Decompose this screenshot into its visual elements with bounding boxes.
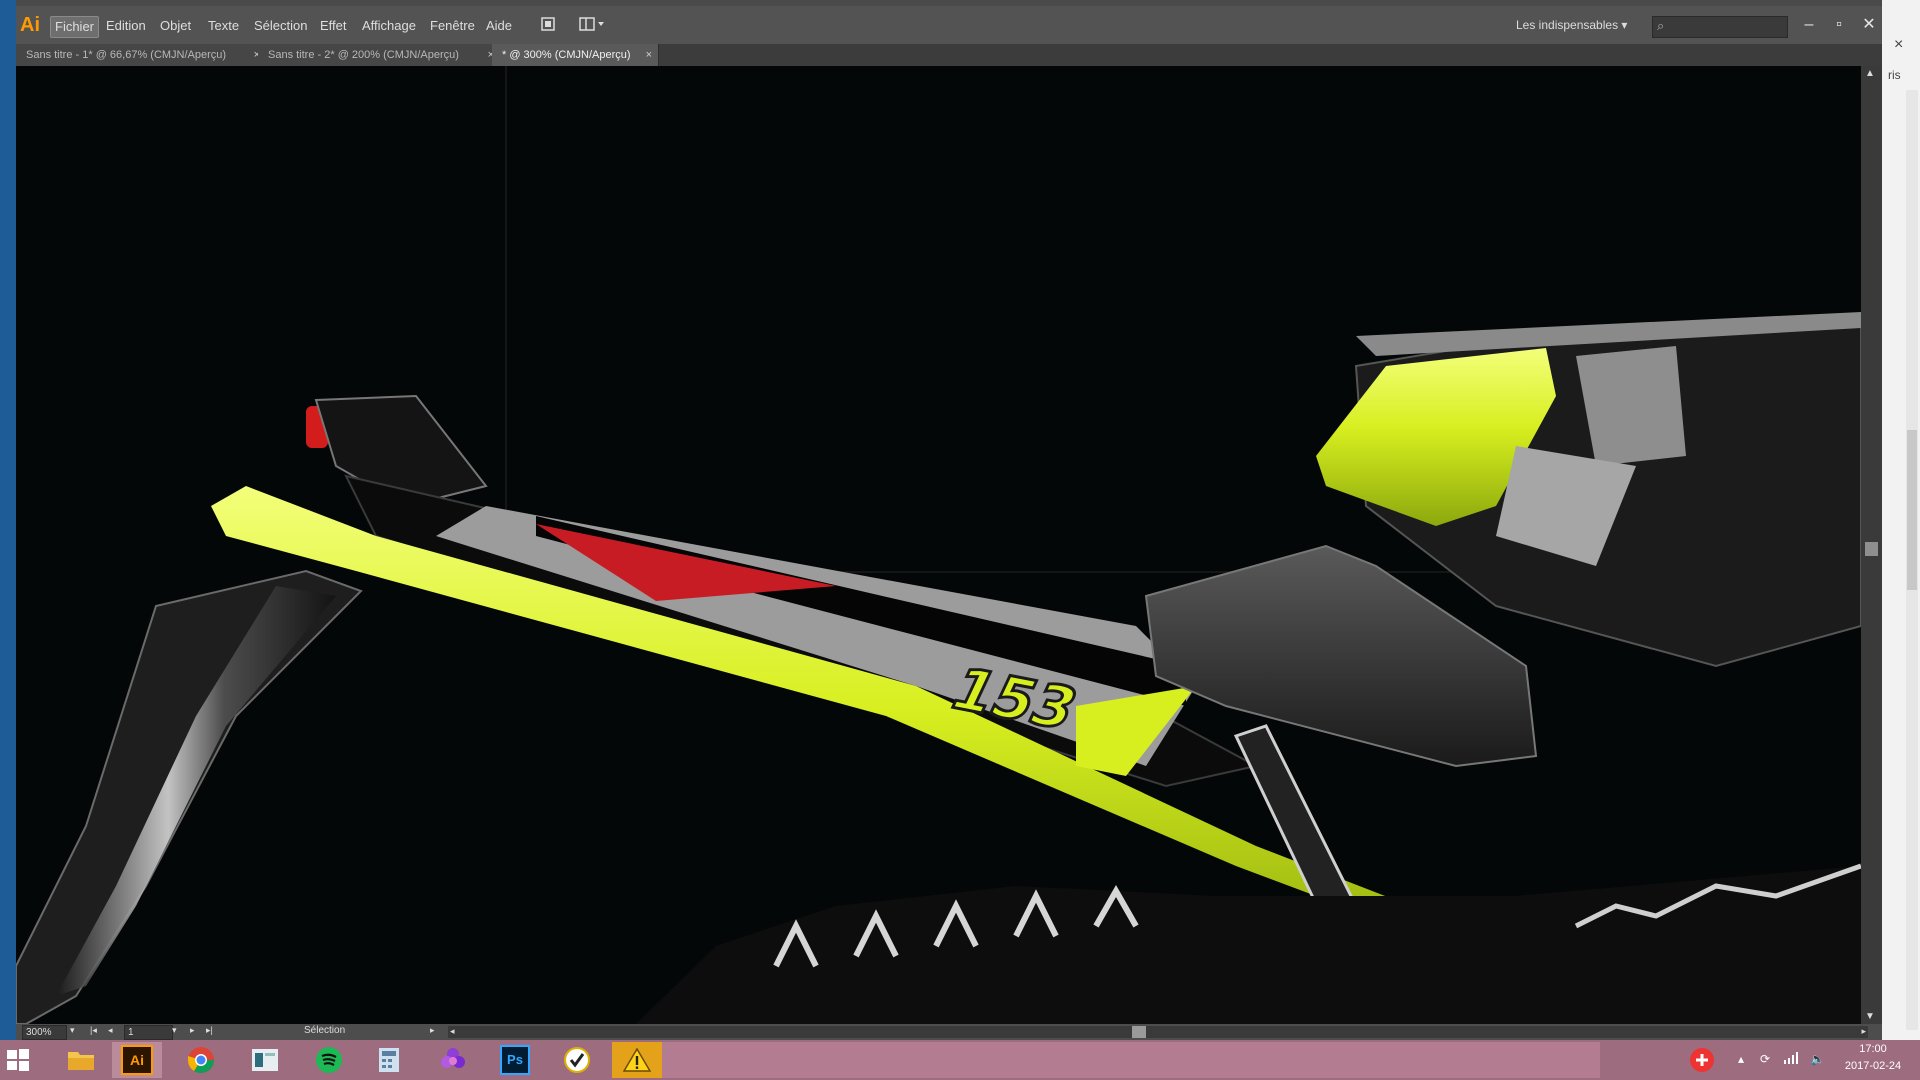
windows-start-icon[interactable] (6, 1048, 30, 1072)
menu-effet[interactable]: Effet (316, 16, 351, 36)
vertical-scroll-thumb[interactable] (1865, 542, 1878, 556)
file-explorer-icon[interactable] (56, 1042, 106, 1078)
help-search-input[interactable]: ⌕ (1652, 16, 1788, 38)
status-menu-icon[interactable]: ▸ (430, 1025, 435, 1036)
previous-artboard-icon[interactable]: ◂ (108, 1025, 113, 1036)
windows-taskbar: Ai Ps ▴ ⟳ 🔈 17:00 2017-02-24 (0, 1040, 1920, 1080)
vertical-scrollbar[interactable]: ▲ ▼ (1861, 66, 1882, 1024)
current-tool-label: Sélection (304, 1025, 346, 1036)
workspace-switcher[interactable]: Les indispensables ▾ (1516, 18, 1627, 32)
window-icon[interactable] (240, 1042, 290, 1078)
clock-date[interactable]: 2017-02-24 (1838, 1060, 1908, 1072)
next-artboard-icon[interactable]: ▸ (190, 1025, 195, 1036)
desktop-left-strip (0, 0, 16, 1040)
menu-texte[interactable]: Texte (204, 16, 243, 36)
close-icon[interactable]: ✕ (1854, 14, 1884, 36)
artboard-dropdown-icon[interactable]: ▾ (172, 1025, 177, 1036)
app-logo: Ai (20, 14, 40, 36)
tab-document-2[interactable]: Sans titre - 2* @ 200% (CMJN/Aperçu) × (258, 44, 501, 66)
workspace-label: Les indispensables (1516, 18, 1619, 32)
tray-expand-icon[interactable]: ▴ (1738, 1052, 1744, 1066)
horizontal-scrollbar[interactable]: ◂ ▸ (448, 1026, 1868, 1038)
flower-icon[interactable] (428, 1042, 478, 1078)
tab-document-3[interactable]: * @ 300% (CMJN/Aperçu) × (492, 44, 659, 66)
artboard-value: 1 (128, 1027, 134, 1038)
maximize-icon[interactable]: ▫ (1824, 14, 1854, 36)
zoom-value: 300% (26, 1027, 52, 1038)
zoom-dropdown-icon[interactable]: ▾ (70, 1025, 75, 1036)
illustrator-label: Ai (121, 1045, 153, 1075)
background-partial-text: ris (1888, 68, 1901, 82)
illustrator-window: Ai Fichier Edition Objet Texte Sélection… (16, 0, 1882, 1040)
volume-icon[interactable]: 🔈 (1810, 1052, 1825, 1066)
artboard-canvas[interactable]: 153 (16, 66, 1861, 1024)
scroll-left-icon[interactable]: ◂ (450, 1026, 455, 1037)
tab-document-1[interactable]: Sans titre - 1* @ 66,67% (CMJN/Aperçu) × (16, 44, 267, 66)
horizontal-scroll-thumb[interactable] (1132, 1026, 1146, 1038)
calculator-icon[interactable] (364, 1042, 414, 1078)
photoshop-icon[interactable]: Ps (490, 1042, 540, 1078)
arrange-documents-icon[interactable] (578, 16, 606, 34)
menu-fenetre[interactable]: Fenêtre (426, 16, 479, 36)
menu-bar: Ai Fichier Edition Objet Texte Sélection… (16, 6, 1882, 44)
status-bar: 300% ▾ |◂ ◂ 1 ▾ ▸ ▸| Sélection ▸ ◂ ▸ (16, 1024, 1882, 1040)
tab-label: Sans titre - 1* @ 66,67% (CMJN/Aperçu) (26, 49, 227, 61)
menu-aide[interactable]: Aide (482, 16, 516, 36)
taskbar-progress (660, 1042, 1600, 1078)
notification-app-icon[interactable] (1680, 1042, 1724, 1078)
menu-edition[interactable]: Edition (102, 16, 150, 36)
tab-label: * @ 300% (CMJN/Aperçu) (502, 49, 631, 61)
search-icon: ⌕ (1657, 18, 1665, 33)
photoshop-label: Ps (500, 1045, 530, 1075)
clock-time[interactable]: 17:00 (1838, 1043, 1908, 1055)
menu-affichage[interactable]: Affichage (358, 16, 420, 36)
first-artboard-icon[interactable]: |◂ (90, 1025, 97, 1036)
tab-close-icon[interactable]: × (646, 44, 652, 66)
scroll-up-icon[interactable]: ▲ (1865, 68, 1875, 79)
scroll-right-icon[interactable]: ▸ (1861, 1026, 1866, 1037)
background-close-icon[interactable]: × (1894, 36, 1903, 54)
bridge-icon[interactable] (540, 16, 556, 34)
spotify-icon[interactable] (304, 1042, 354, 1078)
menu-selection[interactable]: Sélection (250, 16, 311, 36)
menu-objet[interactable]: Objet (156, 16, 195, 36)
wifi-icon[interactable] (1784, 1052, 1798, 1067)
menu-fichier[interactable]: Fichier (50, 16, 100, 38)
network-sync-icon[interactable]: ⟳ (1760, 1052, 1770, 1066)
background-scroll-thumb[interactable] (1907, 430, 1917, 590)
tab-label: Sans titre - 2* @ 200% (CMJN/Aperçu) (268, 49, 459, 61)
warning-icon[interactable] (612, 1042, 662, 1078)
illustrator-icon[interactable]: Ai (112, 1042, 162, 1078)
track (636, 866, 1861, 1024)
minimize-icon[interactable]: – (1794, 14, 1824, 36)
background-window: × ris (1882, 0, 1920, 1040)
document-tabs: Sans titre - 1* @ 66,67% (CMJN/Aperçu) ×… (16, 44, 1882, 66)
artboard-field[interactable]: 1 (124, 1025, 173, 1040)
chrome-icon[interactable] (176, 1042, 226, 1078)
zoom-field[interactable]: 300% (22, 1025, 67, 1040)
checkmark-app-icon[interactable] (552, 1042, 602, 1078)
last-artboard-icon[interactable]: ▸| (206, 1025, 213, 1036)
scroll-down-icon[interactable]: ▼ (1865, 1011, 1875, 1022)
snowmobile-artwork: 153 (16, 66, 1861, 1024)
